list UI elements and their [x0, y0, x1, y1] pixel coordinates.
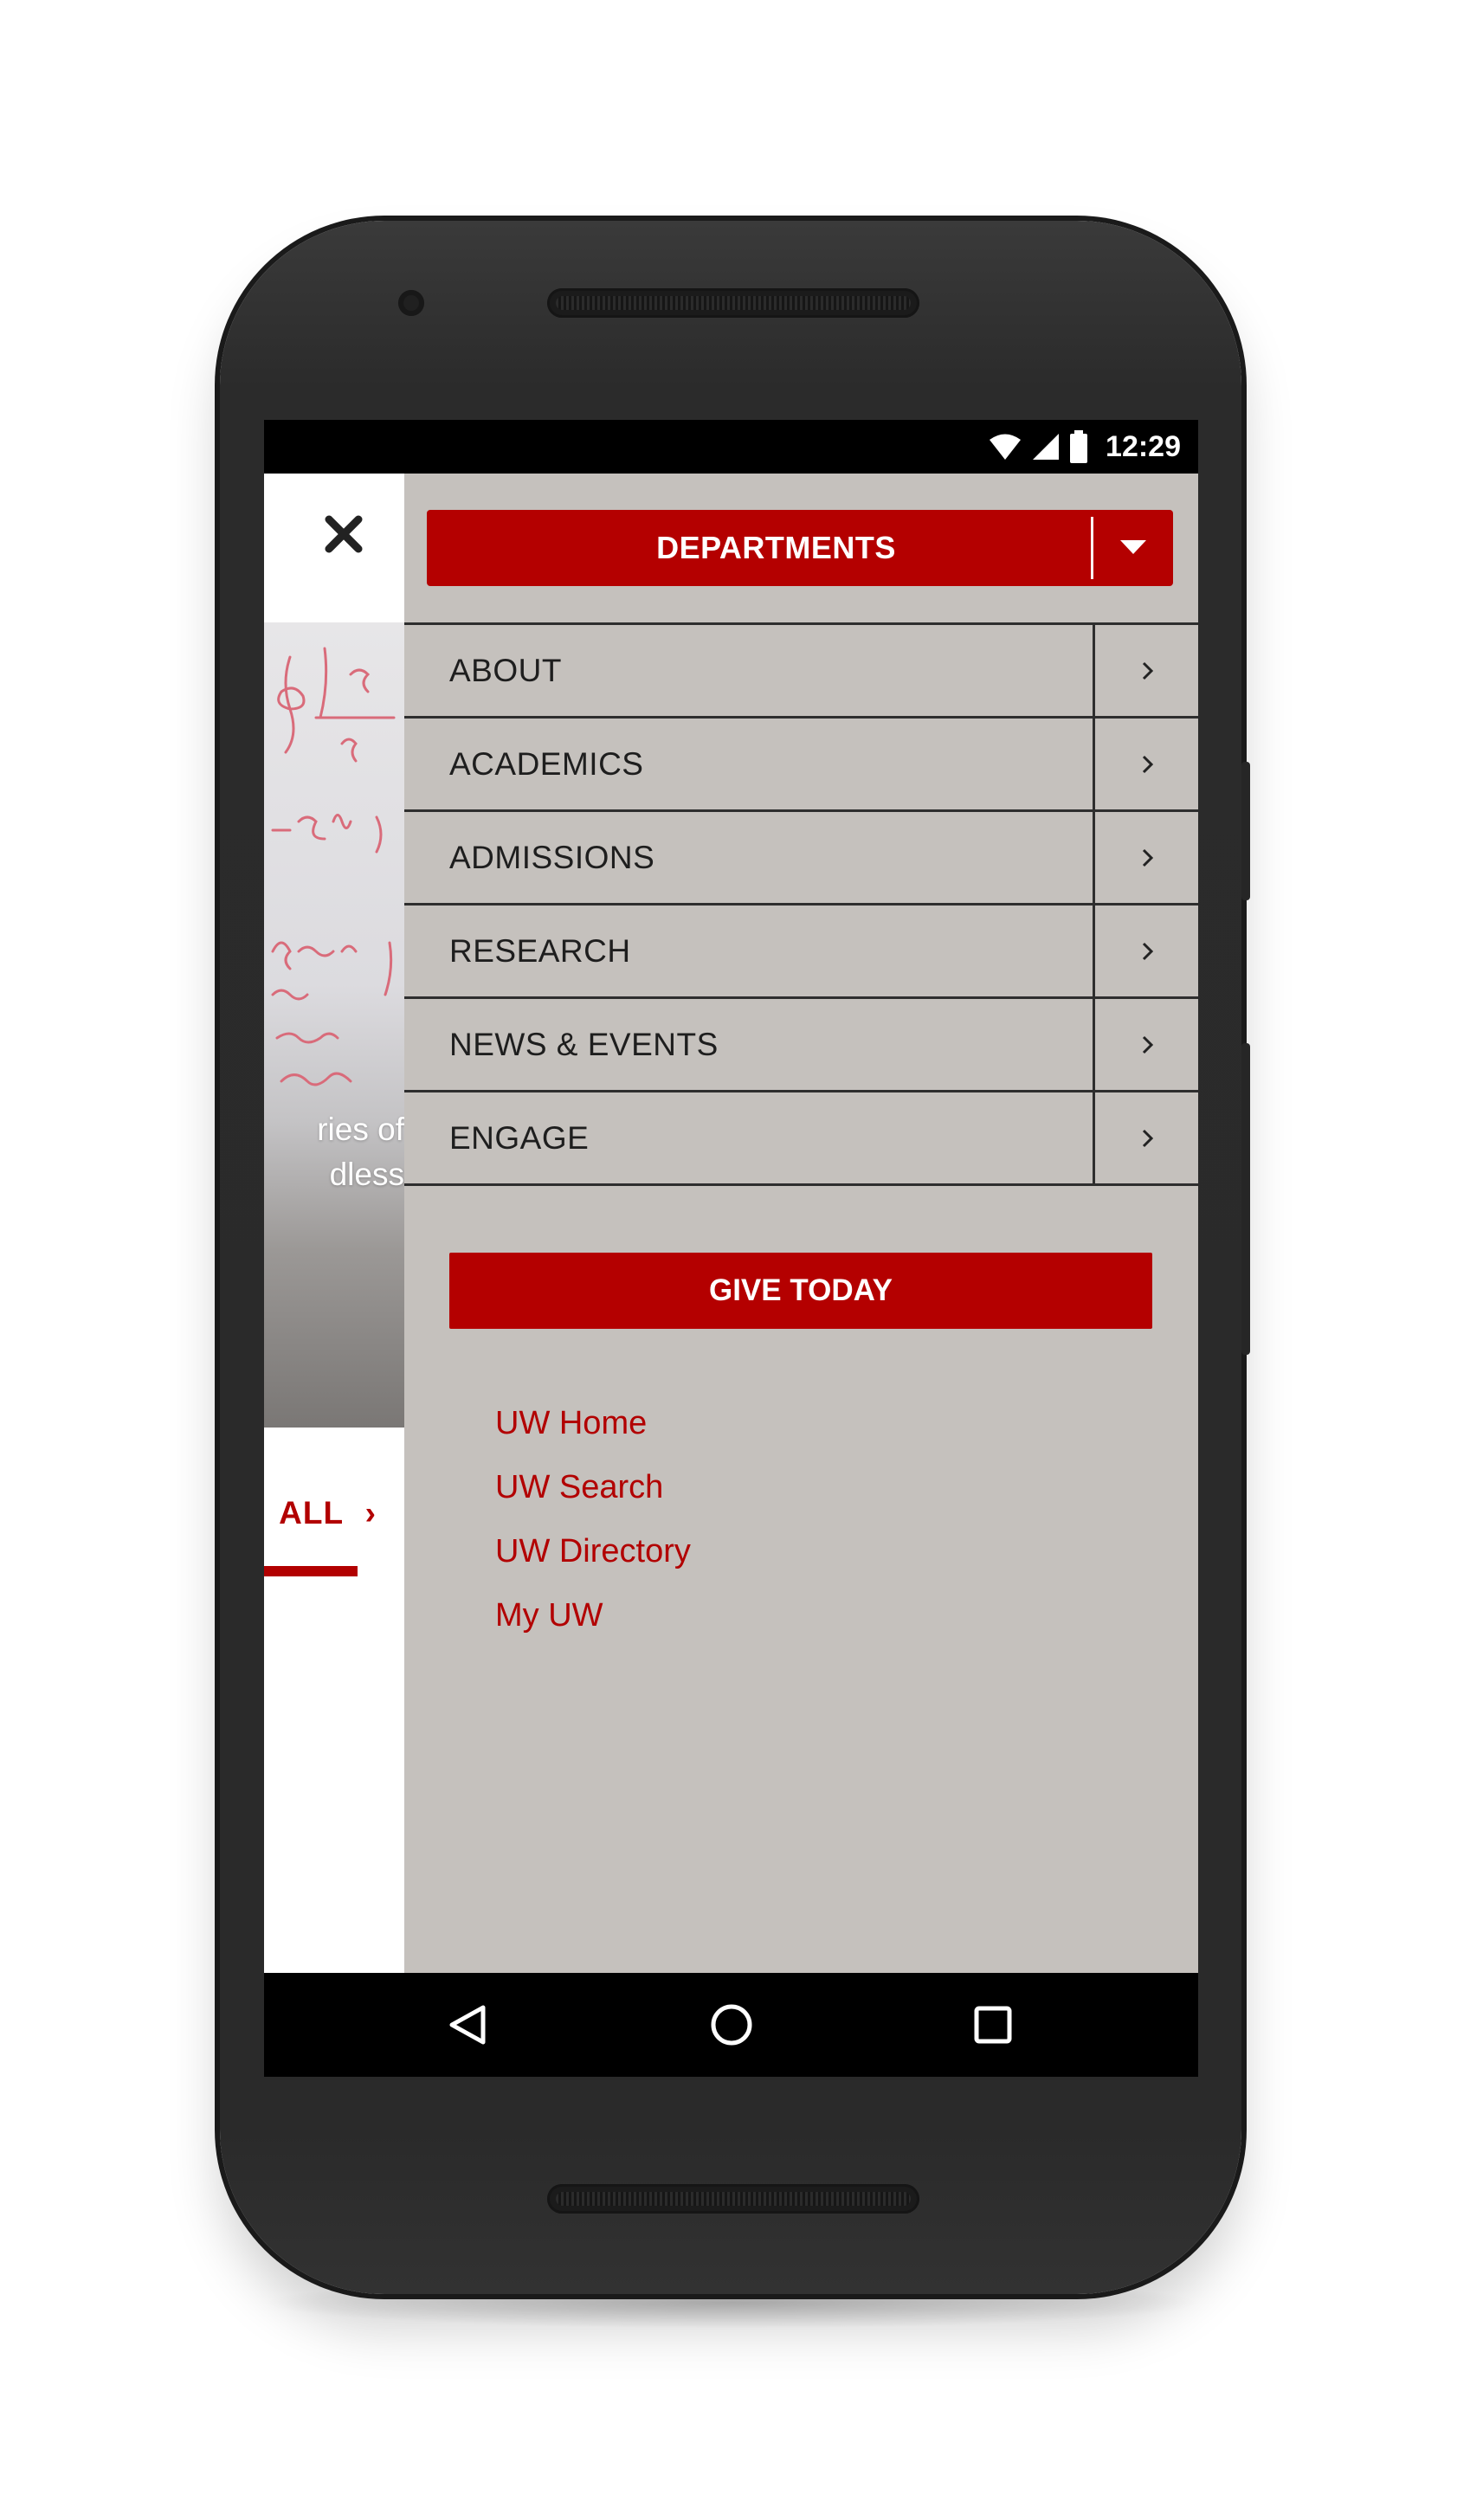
give-today-button[interactable]: GIVE TODAY	[449, 1253, 1152, 1329]
menu-item-about[interactable]: ABOUT	[404, 622, 1198, 716]
whiteboard-scribble	[271, 647, 396, 1086]
caret-down-icon[interactable]	[1093, 540, 1173, 556]
bottom-speaker	[547, 2184, 919, 2214]
volume-button	[1241, 1043, 1250, 1355]
expand-academics-button[interactable]	[1093, 719, 1198, 809]
home-circle-icon	[711, 2004, 752, 2046]
top-speaker	[547, 288, 919, 318]
menu-item-academics[interactable]: ACADEMICS	[404, 716, 1198, 809]
view-all-underline	[264, 1566, 358, 1576]
uw-directory-link[interactable]: UW Directory	[495, 1519, 691, 1583]
recents-button[interactable]	[963, 1995, 1023, 2055]
front-camera	[398, 290, 424, 316]
status-icons: 12:29	[988, 427, 1181, 467]
menu-item-admissions[interactable]: ADMISSIONS	[404, 809, 1198, 903]
hero-image[interactable]: ries of dless	[264, 622, 404, 1428]
uw-search-link[interactable]: UW Search	[495, 1455, 691, 1519]
chevron-right-icon	[1142, 661, 1154, 680]
status-time: 12:29	[1106, 429, 1181, 463]
expand-admissions-button[interactable]	[1093, 812, 1198, 903]
system-nav-bar	[264, 1973, 1198, 2077]
home-button[interactable]	[701, 1995, 762, 2055]
hero-caption: ries of dless	[264, 1107, 404, 1197]
status-bar: 12:29	[264, 420, 1198, 474]
view-all-link[interactable]: ALL ›	[264, 1495, 377, 1531]
power-button	[1241, 762, 1250, 900]
menu-item-label: ABOUT	[449, 652, 562, 688]
hero-caption-line2: dless	[329, 1157, 404, 1192]
chevron-right-icon	[1142, 1129, 1154, 1147]
navigation-drawer: DEPARTMENTS ABOUT ACADEMICS ADMISSIONS R…	[404, 474, 1198, 1973]
menu-item-engage[interactable]: ENGAGE	[404, 1090, 1198, 1186]
wifi-icon	[988, 432, 1022, 461]
my-uw-link[interactable]: My UW	[495, 1583, 691, 1647]
menu-item-label: RESEARCH	[449, 932, 631, 969]
chevron-right-icon: ›	[364, 1495, 377, 1531]
chevron-right-icon	[1142, 1035, 1154, 1054]
underlying-page: ries of dless ALL ›	[264, 474, 404, 1973]
battery-icon	[1069, 430, 1088, 463]
chevron-right-icon	[1142, 755, 1154, 773]
menu-item-news-events[interactable]: NEWS & EVENTS	[404, 996, 1198, 1090]
close-icon	[325, 515, 363, 553]
uw-home-link[interactable]: UW Home	[495, 1391, 691, 1455]
expand-engage-button[interactable]	[1093, 1092, 1198, 1183]
utility-links: UW Home UW Search UW Directory My UW	[495, 1391, 691, 1647]
chevron-right-icon	[1142, 942, 1154, 960]
menu-item-label: NEWS & EVENTS	[449, 1026, 719, 1062]
dropdown-divider	[1091, 517, 1093, 579]
expand-research-button[interactable]	[1093, 906, 1198, 996]
hero-caption-line1: ries of	[317, 1112, 404, 1147]
departments-label: DEPARTMENTS	[656, 530, 896, 565]
back-triangle-icon	[449, 2005, 486, 2045]
menu-item-label: ACADEMICS	[449, 745, 644, 782]
expand-news-events-button[interactable]	[1093, 999, 1198, 1090]
departments-dropdown[interactable]: DEPARTMENTS	[427, 510, 1173, 586]
chevron-right-icon	[1142, 848, 1154, 867]
main-menu: ABOUT ACADEMICS ADMISSIONS RESEARCH NEWS…	[404, 622, 1198, 1186]
view-all-label: ALL	[279, 1495, 344, 1531]
back-button[interactable]	[437, 1995, 498, 2055]
screen: 12:29 ries of dless ALL › DEPARTMENTS AB…	[264, 420, 1198, 2077]
recents-square-icon	[974, 2006, 1012, 2044]
menu-item-label: ENGAGE	[449, 1119, 590, 1156]
close-menu-button[interactable]	[316, 506, 371, 562]
menu-item-research[interactable]: RESEARCH	[404, 903, 1198, 996]
expand-about-button[interactable]	[1093, 625, 1198, 716]
menu-item-label: ADMISSIONS	[449, 839, 655, 875]
signal-icon	[1031, 432, 1061, 461]
